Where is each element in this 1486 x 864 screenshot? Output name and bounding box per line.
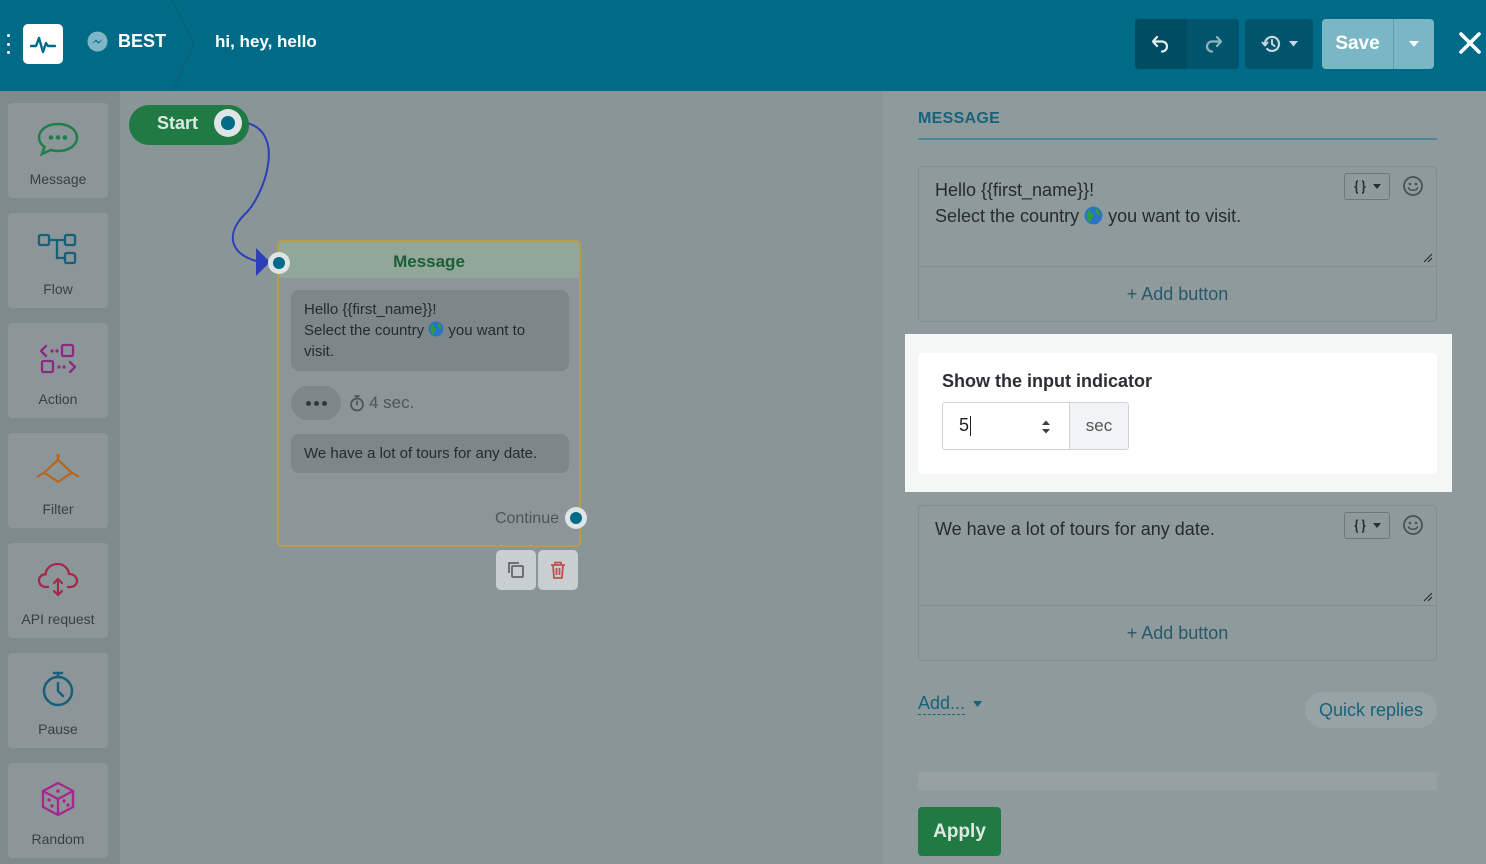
add-element-dropdown[interactable]: Add... (918, 693, 983, 715)
node-message-bubble: Hello {{first_name}}! Select the country… (291, 290, 569, 371)
history-icon (1260, 35, 1280, 52)
message-textarea[interactable]: We have a lot of tours for any date. (919, 506, 1436, 606)
chevron-down-icon (973, 701, 983, 707)
message-textarea[interactable]: Hello {{first_name}}! Select the country… (919, 167, 1436, 267)
undo-button[interactable] (1135, 19, 1187, 69)
chevron-down-icon (1409, 41, 1419, 47)
continue-label: Continue (494, 510, 559, 527)
emoji-icon[interactable] (1402, 175, 1424, 197)
indicator-unit-label: sec (1069, 402, 1129, 450)
input-indicator-title: Show the input indicator (942, 371, 1152, 391)
panel-divider (918, 138, 1437, 140)
close-button[interactable] (1456, 28, 1484, 58)
chevron-down-icon (1373, 184, 1381, 189)
variables-button[interactable] (1344, 512, 1390, 539)
history-button-group (1135, 19, 1239, 69)
add-button-link[interactable]: + Add button (919, 267, 1436, 321)
add-button-link[interactable]: + Add button (919, 606, 1436, 660)
message-line: Hello {{first_name}}! (304, 301, 437, 318)
apply-button[interactable]: Apply (918, 807, 1001, 856)
panel-section-edge (918, 772, 1437, 790)
save-options-button[interactable] (1394, 19, 1434, 69)
node-title: Message (279, 242, 579, 278)
panel-title: MESSAGE (918, 110, 1001, 127)
message-editor: We have a lot of tours for any date. + A… (918, 505, 1437, 661)
duplicate-node-button[interactable] (496, 550, 536, 590)
quick-replies-button[interactable]: Quick replies (1305, 692, 1437, 728)
braces-icon (1354, 518, 1366, 533)
node-input-port[interactable] (268, 252, 290, 274)
message-editor: Hello {{first_name}}! Select the country… (918, 166, 1437, 322)
message-node[interactable]: Message Hello {{first_name}}! Select the… (277, 240, 581, 547)
variables-button[interactable] (1344, 173, 1390, 200)
emoji-icon[interactable] (1402, 514, 1424, 536)
spinner-arrows-icon[interactable] (1041, 419, 1051, 435)
delete-node-button[interactable] (538, 550, 578, 590)
close-icon (1459, 32, 1481, 54)
undo-icon (1151, 35, 1169, 53)
redo-icon (1205, 35, 1223, 53)
globe-icon (1084, 206, 1103, 225)
input-indicator-card: Show the input indicator 5 sec (918, 353, 1437, 474)
message-line: Select the country you want to visit. (304, 321, 526, 360)
save-button-group: Save (1322, 19, 1434, 69)
chevron-down-icon (1373, 523, 1381, 528)
node-message-bubble: We have a lot of tours for any date. (291, 434, 569, 473)
save-button[interactable]: Save (1322, 19, 1394, 69)
history-menu-button[interactable] (1245, 19, 1313, 69)
trash-icon (551, 561, 565, 579)
copy-icon (508, 562, 524, 578)
node-output-port[interactable] (565, 507, 587, 529)
indicator-seconds-input[interactable]: 5 (942, 402, 1070, 450)
redo-button[interactable] (1187, 19, 1239, 69)
braces-icon (1354, 179, 1366, 194)
globe-icon (428, 321, 444, 337)
resize-handle-icon[interactable] (1423, 592, 1433, 602)
start-output-port[interactable] (214, 109, 242, 137)
typing-duration: 4 sec. (369, 393, 415, 412)
typing-indicator-row: 4 sec. (291, 386, 414, 420)
stopwatch-icon (350, 395, 364, 412)
typing-dots-icon (291, 386, 341, 420)
resize-handle-icon[interactable] (1423, 253, 1433, 263)
chevron-down-icon (1288, 41, 1298, 47)
